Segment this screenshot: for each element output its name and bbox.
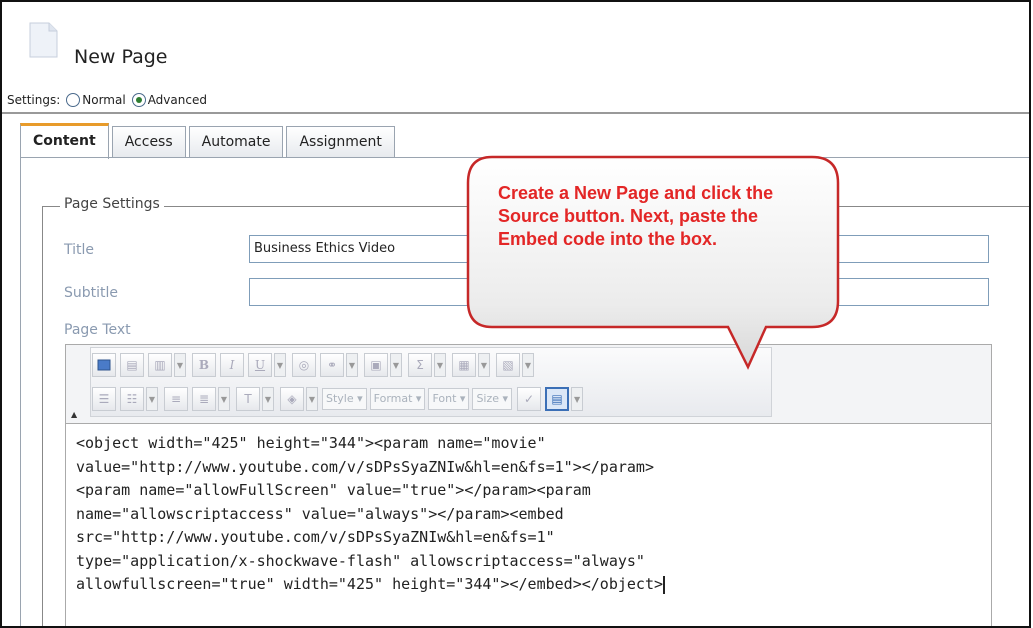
paste-icon[interactable]: ▤ [120,353,144,377]
code-line: type="application/x-shockwave-flash" all… [76,551,645,570]
title-label: Title [64,242,95,258]
chevron-down-icon[interactable]: ▼ [146,387,158,411]
align-center-icon[interactable]: ≣ [192,387,216,411]
size-combo[interactable]: Size ▾ [472,388,513,410]
divider [2,112,1029,114]
subtitle-label: Subtitle [64,285,119,301]
radio-normal-label[interactable]: Normal [82,93,125,107]
source-icon[interactable]: ▤ [545,387,570,411]
fieldset-border-left [42,206,43,626]
radio-advanced-label[interactable]: Advanced [148,93,207,107]
tab-assignment[interactable]: Assignment [286,126,395,157]
tab-access[interactable]: Access [111,126,186,157]
text-caret [663,575,665,594]
bold-icon[interactable]: B [192,353,216,377]
code-line: value="http://www.youtube.com/v/sDPsSyaZ… [76,457,654,476]
rich-text-editor: ▤ ▥ ▼ B I U ▼ ◎ ⚭ ▼ ▣ ▼ Σ ▼ ▦ ▼ ▧ ▼ ☰ ☷ … [65,344,992,626]
page-icon [29,22,58,58]
spellcheck-link-icon[interactable]: ◎ [292,353,316,377]
tab-panel-border-left [20,157,21,626]
bullet-list-icon[interactable]: ☷ [120,387,144,411]
chevron-down-icon[interactable]: ▼ [306,387,318,411]
sum-icon[interactable]: Σ [408,353,432,377]
code-line: <object width="425" height="344"><param … [76,434,546,452]
paste-text-icon[interactable]: ▥ [148,353,172,377]
chevron-down-icon[interactable]: ▼ [218,387,230,411]
tab-bar: Content Access Automate Assignment [20,123,398,159]
page-title: New Page [74,46,168,68]
toolbar-row-2: ☰ ☷ ▼ ≡ ≣ ▼ T ▼ ◈ ▼ Style ▾ Format ▾ Fon… [90,383,587,415]
format-combo[interactable]: Format ▾ [369,388,426,410]
code-line: <param name="allowFullScreen" value="tru… [76,481,591,499]
page-settings-legend: Page Settings [60,196,164,212]
settings-label: Settings: [7,93,61,107]
callout-text: Create a New Page and click the Source b… [498,183,774,249]
spellcheck-icon[interactable]: ✓ [517,387,542,411]
code-line: src="http://www.youtube.com/v/sDPsSyaZNI… [76,528,555,546]
chevron-down-icon[interactable]: ▼ [390,353,402,377]
link-icon[interactable]: ⚭ [320,353,344,377]
screenshot-frame: New Page Settings: Normal Advanced Conte… [0,0,1031,628]
image-icon[interactable]: ▣ [364,353,388,377]
chevron-down-icon[interactable]: ▼ [571,387,584,411]
editor-source-area[interactable]: <object width="425" height="344"><param … [66,423,991,626]
embed-code[interactable]: <object width="425" height="344"><param … [76,432,665,597]
font-combo[interactable]: Font ▾ [428,388,470,410]
maximize-icon[interactable] [92,353,116,377]
background-color-icon[interactable]: ◈ [280,387,304,411]
settings-row: Settings: Normal Advanced [7,93,207,107]
collapse-toolbar-icon[interactable]: ▲ [71,410,77,419]
code-line: name="allowscriptaccess" value="always">… [76,504,564,523]
chevron-down-icon[interactable]: ▼ [346,353,358,377]
style-combo[interactable]: Style ▾ [322,388,367,410]
tab-automate[interactable]: Automate [188,126,284,157]
numbered-list-icon[interactable]: ☰ [92,387,116,411]
radio-normal[interactable] [66,93,81,107]
italic-icon[interactable]: I [220,353,244,377]
page-text-label: Page Text [64,322,131,338]
align-left-icon[interactable]: ≡ [164,387,188,411]
tab-content[interactable]: Content [20,123,109,159]
chevron-down-icon[interactable]: ▼ [262,387,274,411]
text-color-icon[interactable]: T [236,387,260,411]
chevron-down-icon[interactable]: ▼ [174,353,186,377]
chevron-down-icon[interactable]: ▼ [434,353,446,377]
radio-advanced[interactable] [131,93,146,107]
chevron-down-icon[interactable]: ▼ [274,353,286,377]
underline-icon[interactable]: U [248,353,272,377]
code-line: allowfullscreen="true" width="425" heigh… [76,575,663,593]
